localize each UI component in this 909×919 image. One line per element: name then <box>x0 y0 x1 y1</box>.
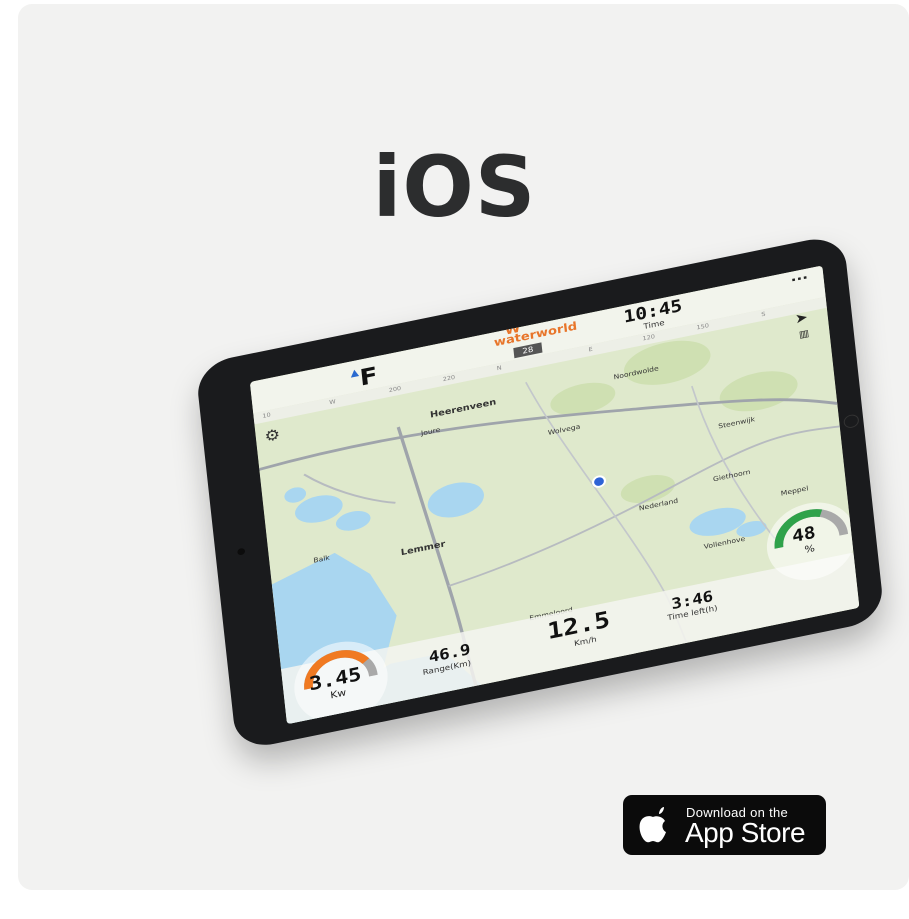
battery-unit: % <box>804 543 816 556</box>
navigation-arrow-icon[interactable]: ➤ <box>794 310 808 327</box>
scale-tick: 220 <box>442 374 456 384</box>
badge-big-text: App Store <box>685 817 806 848</box>
ipad-device: 10 W 200 220 N E 120 150 S ⚙ ▲ F W water… <box>195 233 885 752</box>
home-button <box>843 413 860 430</box>
scale-tick: 10 <box>262 411 272 420</box>
scale-tick: 120 <box>642 333 656 343</box>
scale-tick: W <box>329 398 337 407</box>
camera-dot <box>237 547 246 556</box>
scale-tick: S <box>761 310 766 319</box>
tablet-image: 10 W 200 220 N E 120 150 S ⚙ ▲ F W water… <box>0 0 909 919</box>
scale-tick: 200 <box>388 385 402 395</box>
app-screen: 10 W 200 220 N E 120 150 S ⚙ ▲ F W water… <box>249 265 860 725</box>
app-store-badge[interactable]: Download on the App Store <box>623 795 826 855</box>
map-layers-icon[interactable]: ▥ <box>798 328 809 340</box>
scale-tick: N <box>496 364 502 373</box>
scale-tick: 150 <box>696 322 710 332</box>
scale-tick: E <box>588 346 594 354</box>
apple-logo-icon <box>639 807 666 843</box>
wind-force-letter: F <box>358 361 379 392</box>
settings-gear-icon[interactable]: ⚙ <box>264 425 281 446</box>
